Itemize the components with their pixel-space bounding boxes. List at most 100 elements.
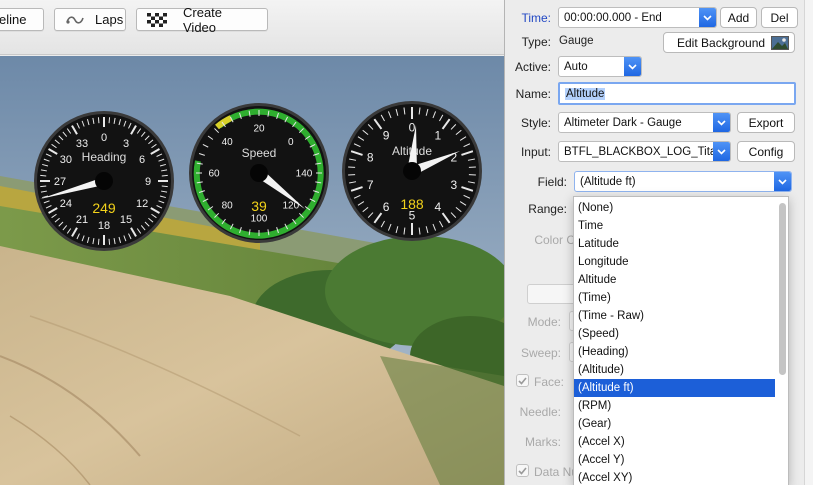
chevron-down-icon — [713, 113, 730, 132]
config-button[interactable]: Config — [737, 141, 795, 162]
face-label: Face: — [534, 375, 565, 389]
heading-minor-tick — [161, 185, 168, 188]
heading-gauge[interactable]: 0 369 12 15 18 21 24 27 30 33 Heading 249 — [33, 110, 175, 252]
laps-button[interactable]: Laps — [54, 8, 126, 31]
laps-icon — [65, 14, 85, 26]
active-select[interactable]: Auto — [558, 56, 642, 77]
dropdown-option[interactable]: (Accel Y) — [574, 451, 775, 469]
marks-label: Marks: — [525, 435, 561, 449]
dropdown-scrollbar-thumb[interactable] — [779, 203, 786, 375]
dropdown-option[interactable]: Time — [574, 217, 775, 235]
dropdown-option[interactable]: Latitude — [574, 235, 775, 253]
data-number-checkbox[interactable] — [516, 464, 529, 477]
gauge-tick-label: 20 — [253, 124, 265, 135]
export-button[interactable]: Export — [737, 112, 795, 133]
style-select[interactable]: Altimeter Dark - Gauge — [558, 112, 731, 133]
timeline-label: eline — [0, 12, 27, 27]
toolbar: eline Laps Create Video — [0, 0, 504, 55]
add-label: Add — [727, 10, 750, 25]
heading-minor-tick — [97, 117, 100, 124]
heading-gauge-hub — [95, 172, 113, 190]
gauge-tick-label: 33 — [76, 138, 88, 150]
heading-minor-tick — [161, 174, 168, 177]
speed-gauge-value: 39 — [251, 198, 267, 214]
name-input[interactable]: Altitude — [558, 82, 796, 105]
field-dropdown-list[interactable]: (None) Time Latitude Longitude Altitude (Time… — [573, 196, 789, 485]
add-button[interactable]: Add — [720, 7, 757, 28]
heading-gauge-value: 249 — [92, 200, 116, 216]
dropdown-option[interactable]: (Time - Raw) — [574, 307, 775, 325]
type-label: Type: — [521, 35, 551, 49]
gauge-tick-label: 15 — [120, 214, 132, 226]
dropdown-option[interactable]: (Altitude ft) — [574, 379, 775, 397]
create-video-button[interactable]: Create Video — [136, 5, 268, 35]
style-value: Altimeter Dark - Gauge — [564, 116, 682, 129]
heading-minor-tick — [40, 174, 47, 177]
edit-background-label: Edit Background — [677, 35, 766, 50]
input-value: BTFL_BLACKBOX_LOG_Titan — [564, 145, 723, 158]
gauge-tick-label: 0 — [101, 132, 107, 144]
chevron-down-icon — [774, 172, 791, 191]
video-preview[interactable]: 0 3 6 9 12 15 18 21 24 27 30 33 Heading 249 0 20 40 60… — [0, 56, 504, 485]
type-value: Gauge — [559, 35, 594, 47]
create-video-label: Create Video — [183, 4, 223, 35]
sweep-label: Sweep: — [520, 346, 561, 360]
laps-label: Laps — [95, 12, 124, 27]
gauge-tick-label: 80 — [222, 200, 234, 211]
time-label: Time: — [521, 11, 551, 25]
dropdown-option[interactable]: Longitude — [574, 253, 775, 271]
dropdown-option[interactable]: (Speed) — [574, 325, 775, 343]
speed-gauge[interactable]: 020406080100120140 Speed 39 — [188, 102, 330, 244]
altitude-gauge[interactable]: 0123456789 Altitude 188 — [341, 100, 483, 242]
gauge-tick-label: 140 — [296, 169, 313, 180]
color-label: Color C — [534, 233, 575, 247]
config-label: Config — [748, 144, 784, 159]
gauge-tick-label: 3 — [123, 138, 129, 150]
dropdown-option[interactable]: (Gear) — [574, 415, 775, 433]
heading-gauge-title: Heading — [82, 150, 127, 164]
gauge-tick-label: 6 — [383, 200, 390, 214]
gauge-tick-label: 7 — [367, 178, 374, 192]
del-button[interactable]: Del — [761, 7, 798, 28]
mode-label: Mode: — [527, 315, 561, 329]
gauge-tick-label: 0 — [288, 137, 294, 148]
time-select[interactable]: 00:00:00.000 - End — [558, 7, 717, 28]
gauge-tick-label: 4 — [435, 200, 442, 214]
dropdown-option[interactable]: (Altitude) — [574, 361, 775, 379]
style-label: Style: — [520, 116, 551, 130]
chevron-down-icon — [699, 8, 716, 27]
active-value: Auto — [564, 60, 588, 73]
dropdown-option[interactable]: (Accel X) — [574, 433, 775, 451]
needle-label: Needle: — [519, 405, 561, 419]
del-label: Del — [770, 10, 789, 25]
gauge-tick-label: 9 — [383, 129, 390, 143]
gauge-tick-label: 21 — [76, 214, 88, 226]
dropdown-option[interactable]: (None) — [574, 199, 775, 217]
export-label: Export — [748, 115, 784, 130]
gauge-tick-label: 100 — [251, 214, 268, 225]
dropdown-option[interactable]: Altitude — [574, 271, 775, 289]
heading-minor-tick — [108, 238, 111, 245]
dropdown-option[interactable]: (Time) — [574, 289, 775, 307]
gauge-tick-label: 30 — [60, 154, 72, 166]
input-label: Input: — [520, 145, 551, 159]
gauge-tick-label: 8 — [367, 151, 374, 165]
heading-minor-tick — [40, 185, 47, 188]
gauge-tick-label: 27 — [54, 176, 66, 188]
panel-scrollbar[interactable] — [804, 0, 813, 485]
gauge-tick-label: 60 — [208, 169, 220, 180]
data-number-label: Data Nu — [534, 465, 579, 479]
field-value: (Altitude ft) — [580, 175, 636, 188]
gauge-tick-label: 40 — [222, 137, 234, 148]
field-select[interactable]: (Altitude ft) — [574, 171, 792, 192]
speed-gauge-hub — [250, 164, 268, 182]
edit-background-button[interactable]: Edit Background — [663, 32, 795, 53]
chevron-down-icon — [713, 142, 730, 161]
dropdown-option[interactable]: (Heading) — [574, 343, 775, 361]
dropdown-option[interactable]: (RPM) — [574, 397, 775, 415]
timeline-button[interactable]: eline — [0, 8, 44, 31]
dropdown-option[interactable]: (Accel XY) — [574, 469, 775, 485]
input-select[interactable]: BTFL_BLACKBOX_LOG_Titan — [558, 141, 731, 162]
gauge-tick-label: 6 — [139, 154, 145, 166]
face-checkbox[interactable] — [516, 374, 529, 387]
